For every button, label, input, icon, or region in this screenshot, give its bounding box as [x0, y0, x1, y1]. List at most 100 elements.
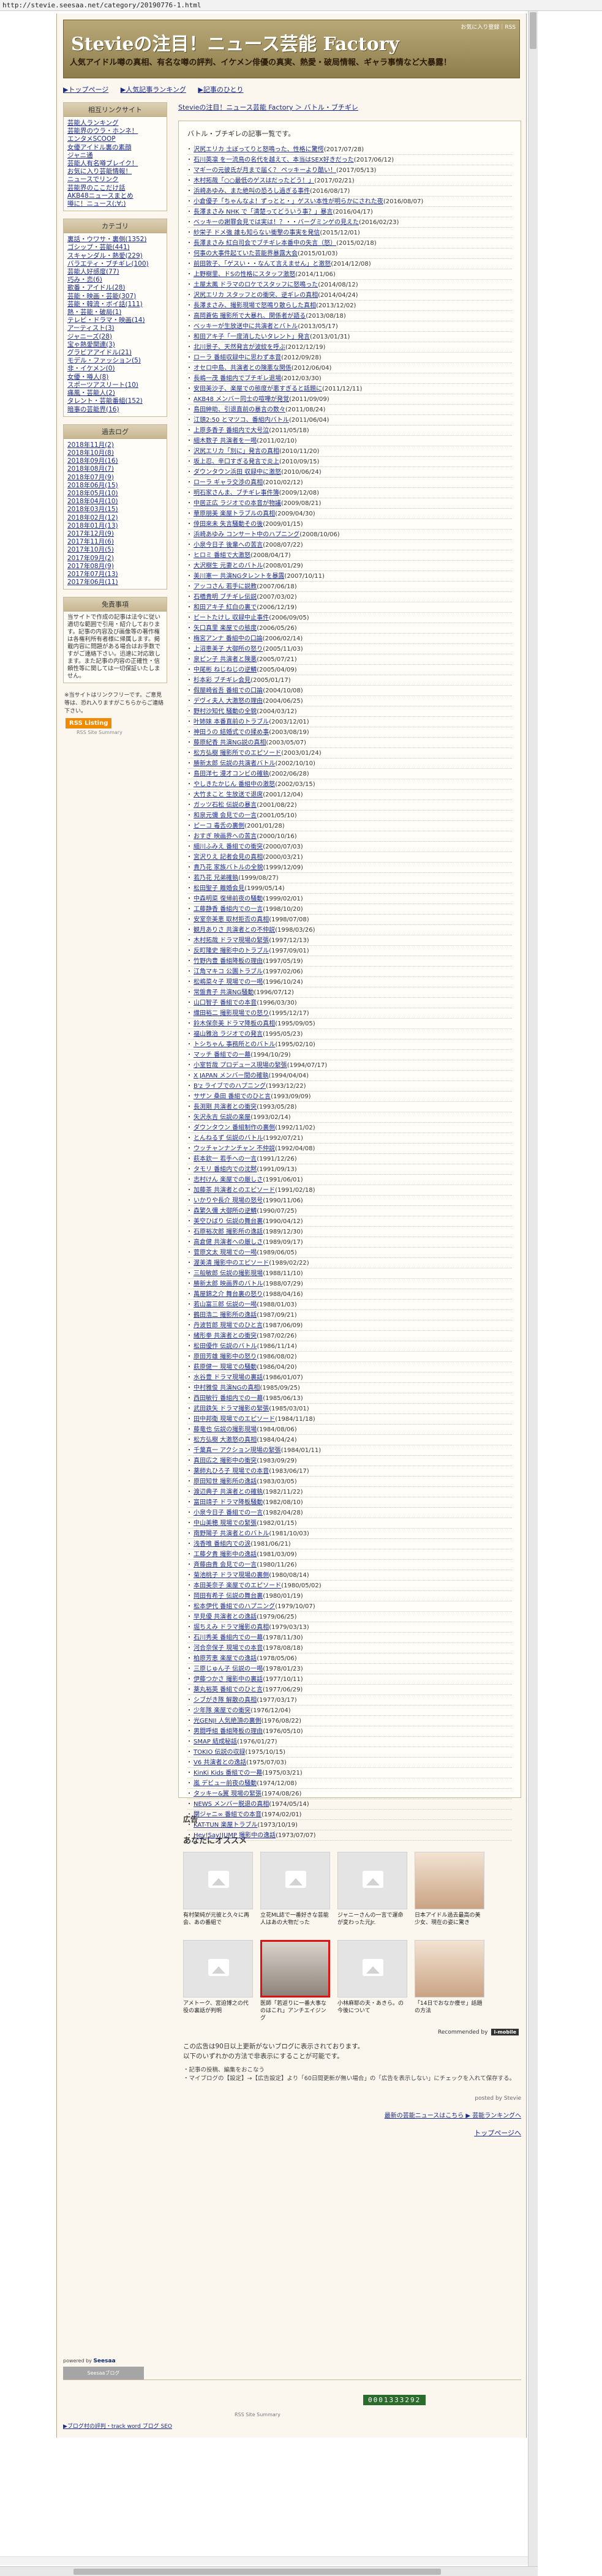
entry-title-link[interactable]: 沢尻エリカ 土ぼってりと怒鳴った、性格に驚愕 [194, 146, 324, 153]
recommend-thumbnail[interactable] [260, 1852, 330, 1909]
entry-title-link[interactable]: 浅香唯 番組内での涙 [194, 1541, 250, 1548]
entry-title-link[interactable]: 南野陽子 共演者とのバトル [194, 1530, 269, 1537]
entry-title-link[interactable]: 浜崎あゆみ コンサート中のハプニング [194, 531, 299, 538]
entry-title-link[interactable]: 神田うの 結婚式での揉め事 [194, 729, 269, 736]
entry-title-link[interactable]: 美空ひばり 伝説の舞台裏 [194, 1218, 263, 1225]
category-item[interactable]: 裏話・ウワサ・裏側(1352) [67, 236, 163, 244]
entry-title-link[interactable]: 菅原文太 現場での一喝 [194, 1249, 257, 1256]
entry-title-link[interactable]: 早見優 共演者との逸話 [194, 1614, 257, 1620]
entry-title-link[interactable]: 松田聖子 離婚会見 [194, 885, 244, 892]
entry-title-link[interactable]: 常盤貴子 共演NG騒動 [194, 989, 254, 996]
hscroll-thumb[interactable] [73, 2569, 441, 2575]
entry-title-link[interactable]: 長嶋一茂 番組内でブチギレ退場 [194, 375, 281, 382]
sidebar-link-item[interactable]: お気に入り芸能情報！ [67, 168, 163, 176]
category-item[interactable]: スポーツアスリート(10) [67, 381, 163, 389]
archive-item[interactable]: 2018年04月(10) [67, 498, 163, 506]
entry-title-link[interactable]: マッチ 番組での一幕 [194, 1052, 250, 1058]
recommend-card[interactable]: アメトーク、宮迫博之の代役の裏話が判明 [183, 1940, 253, 2022]
entry-title-link[interactable]: 江頭2:50 とマツコ、番組内バトル [194, 417, 289, 424]
entry-title-link[interactable]: 島田紳助、引退直前の暴言の数々 [194, 406, 285, 413]
entry-title-link[interactable]: 土屋太鳳 ドラマのロケでスタッフに怒鳴った [194, 282, 318, 288]
entry-title-link[interactable]: V6 共演者との逸話 [194, 1759, 246, 1766]
recommend-caption[interactable]: 医師「若返りに一番大事なのはこれ」アンチエイジング [260, 2000, 330, 2022]
recommend-caption[interactable]: 有村架純が元彼と久々に再会、あの番組で [183, 1912, 253, 1934]
entry-title-link[interactable]: 反町隆史 撮影中のトラブル [194, 948, 269, 954]
entry-title-link[interactable]: 男闘呼組 番組降板の理由 [194, 1728, 263, 1735]
entry-title-link[interactable]: 紗栄子 ドメ強 誰も知らない衝撃の事実を発信 [194, 230, 320, 236]
entry-title-link[interactable]: 関ジャニ∞ 番組での本音 [194, 1811, 261, 1818]
entry-title-link[interactable]: とんねるず 伝説のバトル [194, 1135, 263, 1142]
entry-title-link[interactable]: 鶴田浩二 撮影所の逸話 [194, 1312, 257, 1319]
entry-title-link[interactable]: 島田洋七 漫才コンビの確執 [194, 771, 269, 777]
recommend-card[interactable]: ジャニーさんの一言で運命が変わった元Jr. [337, 1852, 407, 1934]
entry-title-link[interactable]: ローラ 番組収録中に思わず本音 [194, 354, 281, 361]
entry-title-link[interactable]: 和田アキ子 紅白の裏で [194, 604, 257, 611]
entry-title-link[interactable]: 野村沙知代 騒動の全貌 [194, 708, 257, 715]
entry-title-link[interactable]: ヒロミ 番組で大激怒 [194, 552, 250, 559]
entry-title-link[interactable]: 梅宮アンナ 番組中の口論 [194, 635, 263, 642]
entry-title-link[interactable]: トシちゃん 事務所とのバトル [194, 1041, 275, 1048]
rss-button[interactable]: RSS Listing [66, 718, 112, 729]
entry-title-link[interactable]: 石橋貴明 ブチギレ伝説 [194, 594, 257, 601]
entry-title-link[interactable]: 藤竜也 伝説の撮影現場 [194, 1426, 257, 1433]
archive-item[interactable]: 2018年09月(16) [67, 457, 163, 465]
blog-footer-link[interactable]: ▶ブログ村の評判・track word ブログ SEO [63, 2422, 172, 2430]
entry-title-link[interactable]: SMAP 結成秘話 [194, 1739, 237, 1745]
entry-title-link[interactable]: 倖田來未 失言騒動その後 [194, 521, 263, 528]
entry-title-link[interactable]: ピーコ 毒舌の裏側 [194, 823, 244, 829]
sidebar-link-item[interactable]: エンタメSCOOP [67, 135, 163, 143]
entry-title-link[interactable]: 泉ピン子 共演者と険悪 [194, 656, 257, 663]
subscribe-link[interactable]: 最新の芸能ニュースはこちら ▶ 芸能ランキングへ [178, 2110, 521, 2119]
entry-title-link[interactable]: 松方弘樹 撮影所でのエピソード [194, 750, 281, 757]
entry-title-link[interactable]: 伊藤つかさ 撮影中の裏話 [194, 1676, 263, 1683]
entry-title-link[interactable]: 上野樹里、ドSの性格にスタッフ激怒 [194, 271, 295, 278]
category-item[interactable]: 芸能・映画・芸能(307) [67, 293, 163, 301]
archive-item[interactable]: 2017年10月(5) [67, 546, 163, 554]
nav-ranking-link[interactable]: ▶人気記事ランキング [121, 86, 186, 94]
entry-title-link[interactable]: 美川憲一 共演NGタレントを暴露 [194, 573, 284, 580]
entry-title-link[interactable]: 少年隊 楽屋での衝突 [194, 1707, 250, 1714]
entry-title-link[interactable]: 松嶋菜々子 現場での一喝 [194, 979, 263, 986]
entry-title-link[interactable]: アッコさん 若手に説教 [194, 583, 257, 590]
horizontal-scrollbar[interactable] [0, 2566, 538, 2576]
entry-title-link[interactable]: 高倉健 共演者への厳しさ [194, 1239, 263, 1246]
category-item[interactable]: 痛風・芸能人(2) [67, 389, 163, 397]
category-item[interactable]: アーティスト(3) [67, 324, 163, 332]
entry-title-link[interactable]: 萬屋錦之介 舞台裏の怒り [194, 1291, 263, 1298]
category-item[interactable]: 巧み・恋(6) [67, 276, 163, 284]
entry-title-link[interactable]: 華原朋美 楽屋トラブルの真相 [194, 511, 275, 517]
entry-title-link[interactable]: 松方弘樹 大激怒の真相 [194, 1437, 257, 1443]
entry-title-link[interactable]: 中尾彬 ねじねじの逆鱗 [194, 667, 257, 673]
entry-title-link[interactable]: 河合奈保子 現場での本音 [194, 1645, 263, 1652]
address-bar[interactable]: http://stevie.seesaa.net/category/201907… [0, 0, 602, 11]
archive-item[interactable]: 2018年08月(7) [67, 465, 163, 473]
entry-title-link[interactable]: 萩原健一 現場での騒動 [194, 1364, 257, 1371]
category-item[interactable]: 歌番・アイドル(28) [67, 284, 163, 292]
entry-title-link[interactable]: 細木数子 共演者を一喝 [194, 438, 257, 444]
entry-title-link[interactable]: 安田美沙子、楽屋での態度が悪すぎると話題に [194, 386, 322, 392]
entry-title-link[interactable]: ダウンタウン 番組制作の裏側 [194, 1125, 275, 1131]
entry-title-link[interactable]: 安室奈美恵 取材拒否の真相 [194, 916, 269, 923]
entry-title-link[interactable]: 宮沢りえ 記者会見の真相 [194, 854, 263, 861]
entry-title-link[interactable]: 沢尻エリカ スタッフとの衝突、逆ギレの真相 [194, 292, 318, 299]
entry-title-link[interactable]: ビートたけし 収録中止事件 [194, 615, 269, 621]
entry-title-link[interactable]: 観月ありさ 共演者との不仲説 [194, 927, 275, 934]
entry-title-link[interactable]: 三船敏郎 伝説の撮影現場 [194, 1270, 263, 1277]
category-item[interactable]: 宝ゃ熱愛関連(3) [67, 341, 163, 349]
category-item[interactable]: 芸能・韓流・ボイ話(111) [67, 301, 163, 309]
entry-title-link[interactable]: サザン 桑田 番組でのひと言 [194, 1093, 271, 1100]
entry-title-link[interactable]: 上沼恵美子 大御所の怒り [194, 646, 263, 653]
recommend-card[interactable]: 医師「若返りに一番大事なのはこれ」アンチエイジング [260, 1940, 330, 2022]
sidebar-link-item[interactable]: ジャニ通 [67, 152, 163, 160]
entry-title-link[interactable]: 武田鉄矢 ドラマ撮影の緊張 [194, 1406, 269, 1412]
entry-title-link[interactable]: 長澤まさみ 紅白司会でブチギレ本番中の失言（怒） [194, 240, 336, 247]
entry-title-link[interactable]: 和田アキ子「一度消したいタレント」発言 [194, 334, 310, 340]
entry-title-link[interactable]: 細川ふみえ 番組での衝突 [194, 844, 263, 850]
entry-title-link[interactable]: 中山美穂 現場での緊張 [194, 1520, 257, 1527]
archive-item[interactable]: 2017年09月(2) [67, 555, 163, 563]
sidebar-link-item[interactable]: ニュースでリンク [67, 176, 163, 184]
recommend-thumbnail[interactable] [337, 1852, 407, 1909]
recommend-caption[interactable]: 「14日でおなか痩せ」話題の方法 [415, 2000, 484, 2022]
entry-title-link[interactable]: 和泉元彌 会見での一言 [194, 812, 257, 819]
entry-title-link[interactable]: 千葉真一 アクション現場の緊張 [194, 1447, 281, 1454]
